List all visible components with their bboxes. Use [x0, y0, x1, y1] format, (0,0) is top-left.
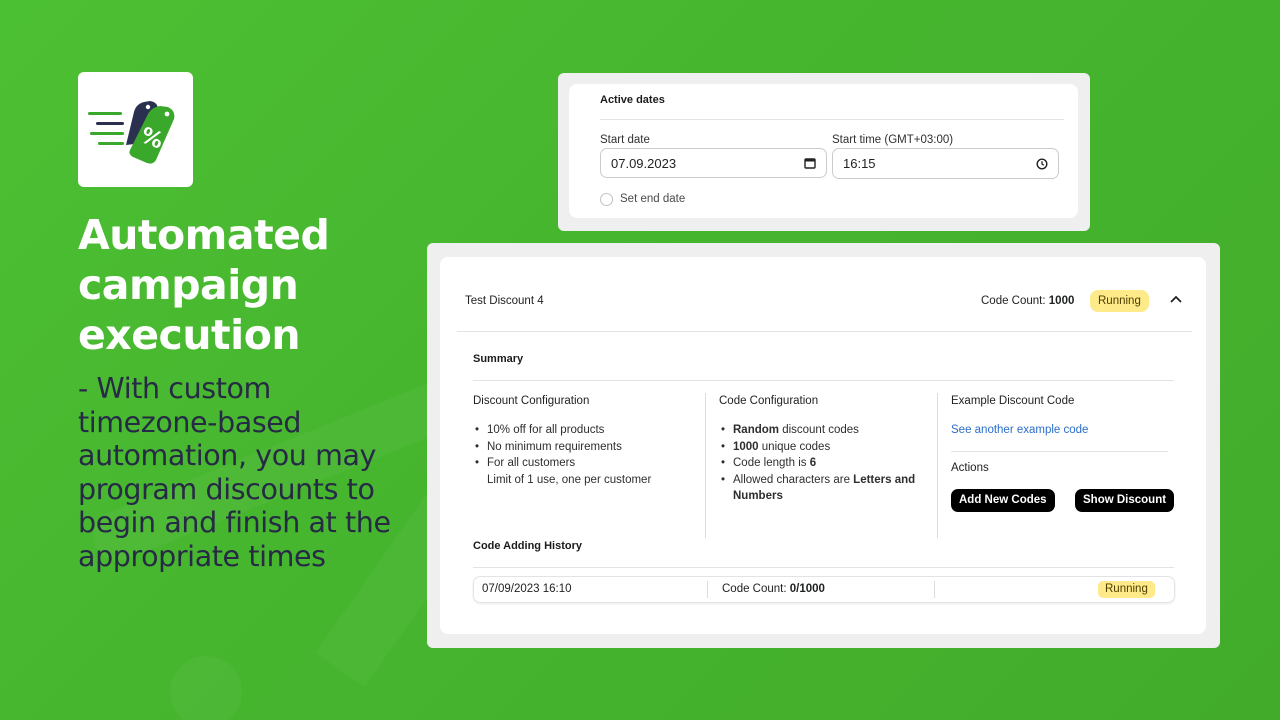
divider: [473, 567, 1174, 568]
active-dates-panel: Active dates Start date 07.09.2023 Start…: [558, 73, 1090, 231]
start-date-value: 07.09.2023: [611, 155, 677, 171]
chevron-up-icon[interactable]: [1169, 292, 1183, 310]
add-new-codes-button[interactable]: Add New Codes: [951, 489, 1055, 512]
discount-config-list: 10% off for all products No minimum requ…: [473, 422, 651, 488]
list-item: For all customers: [473, 455, 651, 472]
history-date: 07/09/2023 16:10: [482, 583, 572, 595]
list-item: Limit of 1 use, one per customer: [487, 473, 652, 486]
hero-headline: Automated campaign execution: [78, 211, 330, 359]
code-config-list: Random discount codes 1000 unique codes …: [719, 422, 919, 505]
divider: [457, 331, 1192, 332]
actions-title: Actions: [951, 462, 989, 474]
list-item: Allowed characters are Letters andNumber…: [719, 472, 919, 505]
calendar-icon[interactable]: [804, 157, 816, 169]
column-divider: [934, 581, 935, 598]
active-dates-title: Active dates: [600, 94, 665, 106]
hero-subtext: - With custom timezone-based automation,…: [78, 372, 391, 573]
code-config-title: Code Configuration: [719, 395, 819, 407]
list-item: Code length is 6: [719, 455, 919, 472]
discount-card: Test Discount 4 Code Count: 1000 Running…: [440, 257, 1206, 634]
discount-config-title: Discount Configuration: [473, 395, 590, 407]
active-dates-card: Active dates Start date 07.09.2023 Start…: [569, 84, 1078, 218]
status-badge: Running: [1090, 290, 1149, 312]
code-count: Code Count: 1000: [981, 295, 1074, 307]
list-item: 10% off for all products: [473, 422, 651, 439]
divider: [951, 451, 1168, 452]
list-item: Random discount codes: [719, 422, 919, 439]
app-logo: %: [78, 72, 193, 187]
divider: [600, 119, 1064, 120]
start-date-label: Start date: [600, 134, 650, 146]
discount-name: Test Discount 4: [465, 295, 544, 307]
column-divider: [937, 393, 938, 538]
show-discount-button[interactable]: Show Discount: [1075, 489, 1175, 512]
example-code-title: Example Discount Code: [951, 395, 1075, 407]
history-code-count: Code Count: 0/1000: [722, 583, 825, 595]
set-end-date-label[interactable]: Set end date: [620, 193, 685, 205]
summary-title: Summary: [473, 353, 524, 365]
history-row: 07/09/2023 16:10 Code Count: 0/1000 Runn…: [473, 576, 1175, 603]
code-count-label: Code Count:: [981, 295, 1046, 307]
discount-panel: Test Discount 4 Code Count: 1000 Running…: [427, 243, 1220, 648]
start-time-input[interactable]: 16:15: [832, 148, 1059, 179]
column-divider: [707, 581, 708, 598]
background-decoration: [170, 656, 242, 720]
start-time-value: 16:15: [843, 156, 876, 171]
see-another-example-link[interactable]: See another example code: [951, 424, 1088, 436]
discount-tags-icon: %: [88, 101, 175, 164]
history-title: Code Adding History: [473, 540, 582, 552]
history-status-badge: Running: [1098, 581, 1155, 598]
code-count-value: 1000: [1048, 295, 1075, 307]
list-item: No minimum requirements: [473, 439, 651, 456]
clock-icon[interactable]: [1036, 157, 1048, 170]
divider: [473, 380, 1174, 381]
column-divider: [705, 393, 706, 538]
list-item: 1000 unique codes: [719, 439, 919, 456]
start-time-label: Start time (GMT+03:00): [832, 134, 954, 146]
start-date-input[interactable]: 07.09.2023: [600, 148, 827, 178]
set-end-date-radio[interactable]: [600, 193, 613, 206]
